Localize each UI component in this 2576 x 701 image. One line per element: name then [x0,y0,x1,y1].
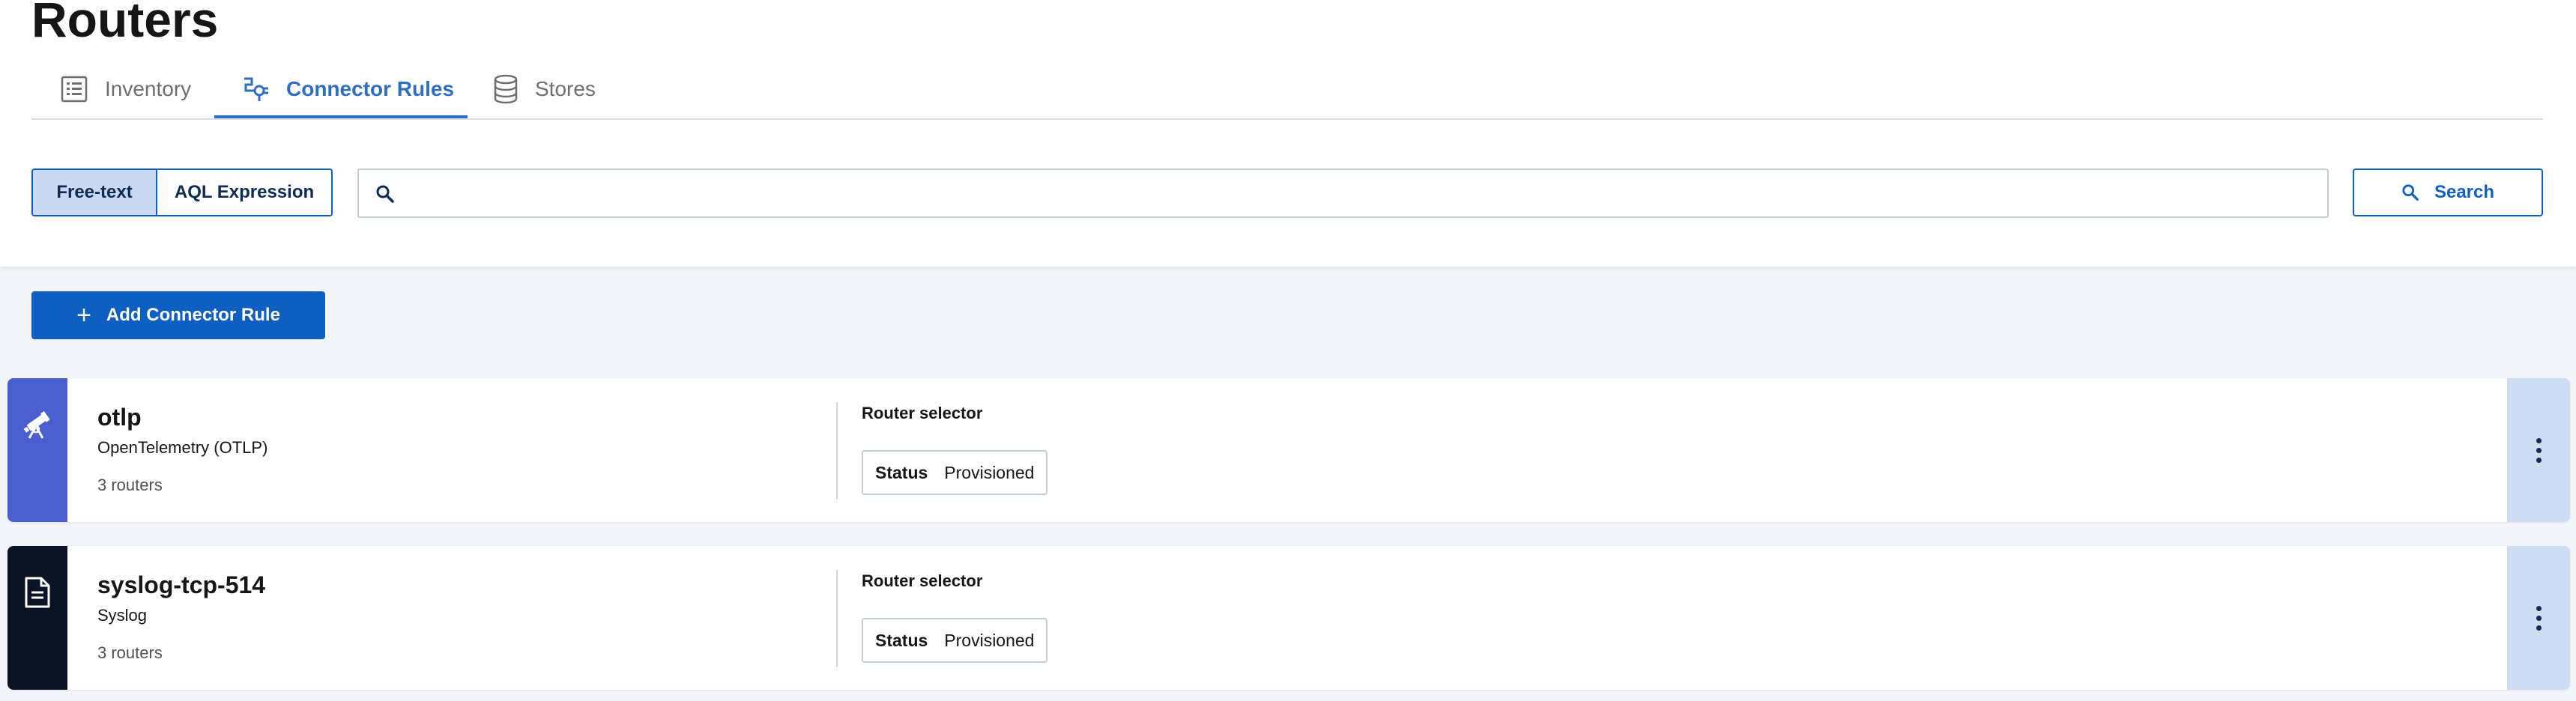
rule-type: Syslog [97,606,148,625]
card-divider [836,402,838,500]
tab-stores[interactable]: Stores [493,58,596,120]
status-badge: Status Provisioned [862,618,1048,663]
tab-connector-rules[interactable]: Connector Rules [240,58,454,120]
rule-name: syslog-tcp-514 [97,571,266,598]
plus-icon: + [76,301,91,330]
router-selector-label: Router selector [862,571,983,590]
status-key: Status [875,630,928,650]
status-key: Status [875,462,928,482]
add-button-label: Add Connector Rule [106,305,280,325]
overflow-menu-button[interactable] [2507,546,2570,690]
mode-aql-expression-button[interactable]: AQL Expression [157,170,331,215]
status-value: Provisioned [944,462,1035,482]
telescope-icon [23,411,50,439]
list-icon [61,76,88,103]
tab-bar: Inventory Connector Rules Stores [31,58,2543,120]
rule-type: OpenTelemetry (OTLP) [97,438,268,457]
active-tab-indicator [214,115,468,118]
tab-label: Connector Rules [286,77,455,100]
kebab-dot [2536,447,2542,453]
rule-name: otlp [97,404,142,431]
kebab-dot [2536,437,2542,443]
page-title: Routers [31,0,219,47]
card-divider [836,570,838,667]
overflow-menu-button[interactable] [2507,378,2570,522]
card-icon-stripe [7,378,67,522]
connector-rule-card[interactable]: otlp OpenTelemetry (OTLP) 3 routers Rout… [7,378,2570,522]
card-icon-stripe [7,546,67,690]
header-panel: Routers Inventory Connector Rules Stores… [0,0,2576,267]
search-icon [2402,184,2419,201]
add-connector-rule-button[interactable]: + Add Connector Rule [31,291,325,339]
mode-free-text-button[interactable]: Free-text [33,170,157,215]
tab-label: Inventory [105,77,192,100]
router-count: 3 routers [97,476,163,494]
search-input[interactable] [411,176,2315,210]
search-icon [376,185,394,203]
router-selector-label: Router selector [862,404,983,422]
connector-plug-icon [244,77,268,101]
search-button[interactable]: Search [2353,169,2543,216]
kebab-dot [2536,615,2542,621]
kebab-dot [2536,457,2542,463]
status-badge: Status Provisioned [862,450,1048,495]
kebab-dot [2536,605,2542,611]
document-icon [25,577,50,608]
tab-inventory[interactable]: Inventory [60,58,191,120]
router-count: 3 routers [97,643,163,662]
search-field [357,169,2329,218]
kebab-dot [2536,625,2542,631]
status-value: Provisioned [944,630,1035,650]
connector-rule-card[interactable]: syslog-tcp-514 Syslog 3 routers Router s… [7,546,2570,690]
tab-label: Stores [535,77,596,100]
search-mode-toggle: Free-text AQL Expression [31,169,333,216]
database-icon [494,74,518,104]
search-button-label: Search [2434,182,2495,202]
